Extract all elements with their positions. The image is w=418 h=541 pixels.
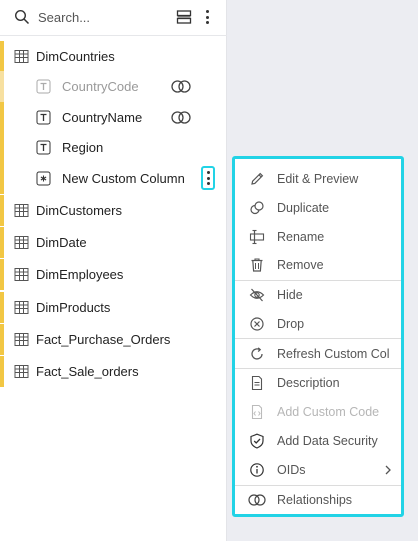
tree-table-label: DimEmployees <box>36 267 124 282</box>
tree-column-label: New Custom Column <box>62 171 185 186</box>
model-tree-panel: DimCountries CountryCode CountryName <box>0 0 227 541</box>
duplicate-icon <box>250 201 264 215</box>
tree-table-item[interactable]: Fact_Sale_orders <box>0 356 227 387</box>
tree-table-label: Fact_Purchase_Orders <box>36 332 171 347</box>
tree-column-countryname[interactable]: CountryName <box>0 102 227 133</box>
tree-table-label: DimCountries <box>36 49 115 64</box>
table-icon <box>14 236 29 249</box>
tree-table-label: DimDate <box>36 235 87 250</box>
tree-column-new-custom[interactable]: New Custom Column <box>0 163 227 194</box>
table-icon <box>14 268 29 281</box>
code-document-icon <box>251 404 263 420</box>
table-accent-bar <box>0 163 4 194</box>
search-icon <box>14 9 30 25</box>
rename-icon <box>249 229 265 245</box>
table-icon <box>14 365 29 378</box>
menu-item-duplicate[interactable]: Duplicate <box>235 194 401 222</box>
more-options-icon[interactable] <box>201 8 213 26</box>
eye-off-icon <box>249 288 265 302</box>
tree-column-label: CountryCode <box>62 79 139 94</box>
column-options-button[interactable] <box>201 166 215 190</box>
tree-table-item[interactable]: DimProducts <box>0 292 227 323</box>
menu-item-add-custom-code: Add Custom Code <box>235 398 401 426</box>
chevron-right-icon <box>385 465 391 475</box>
table-accent-bar <box>0 71 4 102</box>
pencil-icon <box>251 172 264 185</box>
menu-item-relationships[interactable]: Relationships <box>235 486 401 514</box>
table-accent-bar <box>0 356 4 387</box>
menu-item-remove[interactable]: Remove <box>235 251 401 279</box>
menu-item-hide[interactable]: Hide <box>235 281 401 309</box>
table-accent-bar <box>0 195 4 226</box>
menu-item-refresh[interactable]: Refresh Custom Col <box>235 340 401 368</box>
shield-check-icon <box>250 433 264 449</box>
table-icon <box>14 301 29 314</box>
tree-table-item[interactable]: DimCustomers <box>0 195 227 226</box>
layout-toggle-icon[interactable] <box>176 9 192 25</box>
tree-table-label: DimCustomers <box>36 203 122 218</box>
search-bar <box>0 0 227 36</box>
tree-table-item[interactable]: DimEmployees <box>0 259 227 290</box>
custom-column-icon <box>36 171 51 186</box>
menu-divider <box>235 338 401 339</box>
menu-item-label: Rename <box>277 230 325 244</box>
drop-circle-x-icon <box>250 317 264 331</box>
trash-icon <box>251 258 263 272</box>
menu-item-edit-preview[interactable]: Edit & Preview <box>235 165 401 193</box>
tree-table-item[interactable]: DimDate <box>0 227 227 258</box>
info-icon <box>250 463 264 477</box>
document-icon <box>251 375 263 391</box>
table-accent-bar <box>0 259 4 290</box>
column-context-menu: Edit & Preview Duplicate Rename Remove H… <box>232 156 404 517</box>
table-icon <box>14 204 29 217</box>
table-accent-bar <box>0 132 4 163</box>
tree-column-label: CountryName <box>62 110 143 125</box>
relationship-icon <box>171 111 191 124</box>
menu-item-oids[interactable]: OIDs <box>235 456 401 484</box>
relationship-icon <box>248 494 266 506</box>
table-accent-bar <box>0 41 4 72</box>
menu-item-label: Description <box>277 376 340 390</box>
refresh-icon <box>251 347 263 360</box>
table-accent-bar <box>0 102 4 133</box>
menu-item-rename[interactable]: Rename <box>235 223 401 251</box>
menu-item-label: Refresh Custom Col <box>277 347 390 361</box>
menu-item-drop[interactable]: Drop <box>235 310 401 338</box>
table-icon <box>14 333 29 346</box>
menu-item-label: Duplicate <box>277 201 330 215</box>
menu-item-add-data-security[interactable]: Add Data Security <box>235 427 401 455</box>
tree-table-label: DimProducts <box>36 300 111 315</box>
table-accent-bar <box>0 324 4 355</box>
tree-column-region[interactable]: Region <box>0 132 227 163</box>
table-accent-bar <box>0 227 4 258</box>
tree-table-dimcountries[interactable]: DimCountries <box>0 41 227 72</box>
menu-item-label: Add Custom Code <box>277 405 380 419</box>
tree-table-label: Fact_Sale_orders <box>36 364 139 379</box>
menu-item-label: OIDs <box>277 463 306 477</box>
menu-item-label: Drop <box>277 317 305 331</box>
text-column-icon <box>36 140 51 155</box>
tree-column-label: Region <box>62 140 104 155</box>
text-column-icon <box>36 79 51 94</box>
tree-column-countrycode[interactable]: CountryCode <box>0 71 227 102</box>
menu-item-label: Remove <box>277 258 324 272</box>
menu-item-description[interactable]: Description <box>235 369 401 397</box>
relationship-icon <box>171 80 191 93</box>
search-input[interactable] <box>38 8 158 26</box>
menu-item-label: Edit & Preview <box>277 172 359 186</box>
menu-item-label: Hide <box>277 288 303 302</box>
tree-table-item[interactable]: Fact_Purchase_Orders <box>0 324 227 355</box>
table-accent-bar <box>0 292 4 323</box>
menu-item-label: Add Data Security <box>277 434 378 448</box>
text-column-icon <box>36 110 51 125</box>
table-icon <box>14 50 29 63</box>
menu-item-label: Relationships <box>277 493 353 507</box>
